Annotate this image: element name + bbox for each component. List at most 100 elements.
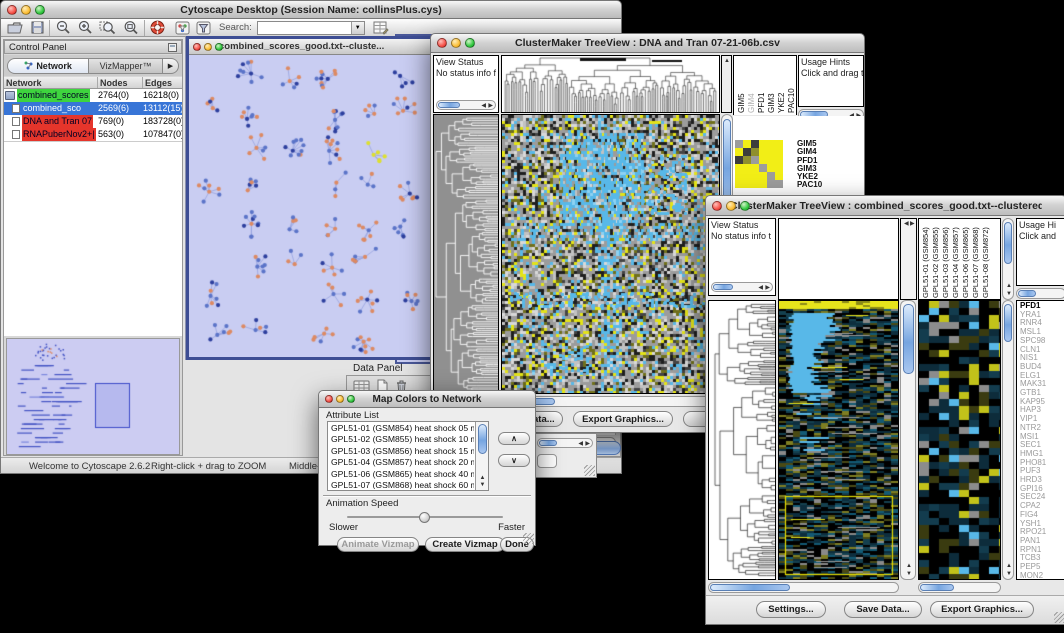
column-label[interactable]: GPL51-02 (GSM855) bbox=[931, 218, 940, 298]
attribute-item[interactable]: GPL51-03 (GSM856) heat shock 15 min bbox=[329, 446, 474, 457]
network-editor-icon[interactable] bbox=[175, 21, 190, 35]
row-dendrogram-panel[interactable] bbox=[708, 300, 776, 580]
resize-grip[interactable] bbox=[584, 465, 595, 476]
minimize-button[interactable] bbox=[21, 5, 31, 15]
network-name-cell[interactable]: combined_scores bbox=[4, 89, 98, 102]
close-button[interactable] bbox=[437, 38, 447, 48]
column-dendrogram-panel[interactable] bbox=[778, 218, 899, 300]
zoom-out-icon[interactable] bbox=[55, 20, 71, 35]
attribute-item[interactable]: GPL51-07 (GSM868) heat shock 60 min bbox=[329, 480, 474, 489]
column-label[interactable]: PAC10 bbox=[787, 59, 796, 113]
correlation-matrix[interactable] bbox=[735, 140, 783, 188]
column-header-nodes[interactable]: Nodes bbox=[98, 77, 143, 88]
heatmap-panel[interactable] bbox=[778, 300, 899, 580]
tab-vizmapper[interactable]: VizMapper™ bbox=[89, 58, 163, 74]
scroll-strip[interactable]: ◀▶ bbox=[900, 218, 917, 300]
zoom-heatmap-panel[interactable] bbox=[918, 300, 1001, 580]
heatmap-vscrollbar[interactable]: ▲▼ bbox=[900, 300, 916, 580]
column-label[interactable]: GPL51-03 (GSM856) bbox=[941, 218, 950, 298]
create-vizmap-button[interactable]: Create Vizmap bbox=[425, 537, 505, 552]
open-folder-icon[interactable] bbox=[7, 21, 23, 35]
zoom-heatmap-canvas[interactable] bbox=[919, 301, 1000, 579]
attribute-item[interactable]: GPL51-04 (GSM857) heat shock 20 min bbox=[329, 457, 474, 468]
column-dendrogram-canvas[interactable] bbox=[502, 56, 719, 112]
heatmap-panel[interactable] bbox=[501, 114, 720, 394]
attribute-item[interactable]: GPL51-01 (GSM854) heat shock 05 min bbox=[329, 423, 474, 434]
export-graphics-button[interactable]: Export Graphics... bbox=[930, 601, 1034, 618]
search-dropdown-button[interactable]: ▼ bbox=[351, 22, 364, 34]
scroll-strip[interactable]: ▲ bbox=[721, 55, 732, 113]
animate-vizmap-button[interactable]: Animate Vizmap bbox=[337, 537, 419, 552]
column-label[interactable]: GPL51-04 (GSM857) bbox=[951, 218, 960, 298]
close-button[interactable] bbox=[325, 395, 333, 403]
treeview-combined-titlebar[interactable]: ClusterMaker TreeView : combined_scores_… bbox=[705, 195, 1064, 216]
network-table-row[interactable]: RNAPuberNov2+|563(0)107847(0) bbox=[4, 128, 182, 141]
close-button[interactable] bbox=[193, 43, 201, 51]
zoom-button[interactable] bbox=[347, 395, 355, 403]
zoom-selected-icon[interactable] bbox=[99, 20, 116, 35]
network-table-row[interactable]: combined_scores2764(0)16218(0) bbox=[4, 89, 182, 102]
heatmap-canvas[interactable] bbox=[502, 115, 719, 393]
resize-grip[interactable] bbox=[1054, 612, 1064, 623]
column-labels-vscrollbar[interactable]: ▲▼ bbox=[1002, 218, 1014, 300]
column-label[interactable]: GPL51-07 (GSM868) bbox=[971, 218, 980, 298]
minimize-button[interactable] bbox=[204, 43, 212, 51]
gene-list-panel[interactable]: PFD1YRA1RNR4MSL1SPC98CLN1NIS1BUD4ELG1MAK… bbox=[1016, 300, 1064, 580]
gene-list-vscrollbar[interactable]: ▲▼ bbox=[1002, 300, 1014, 580]
speed-slider[interactable] bbox=[347, 512, 503, 522]
gene-label[interactable]: MON2 bbox=[1020, 572, 1064, 580]
minimize-button[interactable] bbox=[451, 38, 461, 48]
save-icon[interactable] bbox=[31, 21, 44, 34]
attribute-table-icon[interactable] bbox=[373, 21, 389, 35]
column-labels-panel[interactable]: GIM5GIM4PFD1GIM3YKE2PAC10 bbox=[733, 55, 797, 115]
column-label[interactable]: GIM5 bbox=[737, 59, 746, 113]
network-name-cell[interactable]: DNA and Tran 07 bbox=[4, 115, 98, 128]
float-panel-icon[interactable] bbox=[168, 43, 177, 52]
search-input[interactable] bbox=[258, 22, 351, 34]
tab-network[interactable]: Network bbox=[7, 58, 89, 74]
export-graphics-button[interactable]: Export Graphics... bbox=[573, 411, 673, 427]
minimize-button[interactable] bbox=[726, 201, 736, 211]
zoom-button[interactable] bbox=[35, 5, 45, 15]
save-data-button[interactable]: Save Data... bbox=[844, 601, 922, 618]
move-up-button[interactable]: ∧ bbox=[498, 432, 530, 445]
network-view-canvas[interactable] bbox=[189, 55, 430, 357]
row-dendrogram-canvas[interactable] bbox=[709, 301, 775, 579]
zoom-button[interactable] bbox=[215, 43, 223, 51]
tab-overflow-button[interactable]: ▶ bbox=[163, 58, 179, 74]
column-label[interactable]: GIM3 bbox=[767, 59, 776, 113]
resize-grip[interactable] bbox=[523, 533, 534, 544]
usage-hints-scrollbar[interactable] bbox=[1016, 288, 1064, 299]
network-name-cell[interactable]: RNAPuberNov2+| bbox=[4, 128, 98, 141]
minimize-button[interactable] bbox=[336, 395, 344, 403]
zoom-fit-icon[interactable] bbox=[122, 20, 139, 35]
row-dendrogram-canvas[interactable] bbox=[434, 115, 498, 393]
network-table-row[interactable]: DNA and Tran 07769(0)183728(0) bbox=[4, 115, 182, 128]
column-header-edges[interactable]: Edges bbox=[143, 77, 182, 88]
network-overview-canvas[interactable] bbox=[7, 339, 179, 454]
column-label[interactable]: PFD1 bbox=[757, 59, 766, 113]
zoom-in-icon[interactable] bbox=[77, 20, 93, 35]
heatmap-canvas[interactable] bbox=[779, 301, 898, 579]
view-status-scrollbar[interactable]: ◀▶ bbox=[436, 100, 496, 110]
zoom-button[interactable] bbox=[740, 201, 750, 211]
column-label[interactable]: GPL51-01 (GSM854) bbox=[921, 218, 930, 298]
cytoscape-titlebar[interactable]: Cytoscape Desktop (Session Name: collins… bbox=[0, 0, 622, 19]
column-dendrogram-panel[interactable] bbox=[501, 55, 720, 113]
close-button[interactable] bbox=[7, 5, 17, 15]
slider-thumb[interactable] bbox=[419, 512, 430, 523]
column-label[interactable]: GIM4 bbox=[747, 59, 756, 113]
network-table-row[interactable]: combined_sco2569(6)13112(15) bbox=[4, 102, 182, 115]
attribute-item[interactable]: GPL51-02 (GSM855) heat shock 10 min bbox=[329, 434, 474, 445]
attribute-item[interactable]: GPL51-06 (GSM865) heat shock 40 min bbox=[329, 469, 474, 480]
view-status-scrollbar[interactable]: ◀▶ bbox=[711, 282, 773, 292]
heatmap-hscrollbar[interactable] bbox=[708, 582, 899, 593]
column-header-network[interactable]: Network bbox=[4, 77, 98, 88]
zoom-button[interactable] bbox=[465, 38, 475, 48]
column-label[interactable]: GPL51-08 (GSM872) bbox=[981, 218, 990, 298]
treeview-dna-titlebar[interactable]: ClusterMaker TreeView : DNA and Tran 07-… bbox=[430, 33, 865, 53]
column-label[interactable]: GPL51-06 (GSM865) bbox=[961, 218, 970, 298]
move-down-button[interactable]: ∨ bbox=[498, 454, 530, 467]
column-labels-panel[interactable]: GPL51-01 (GSM854)GPL51-02 (GSM855)GPL51-… bbox=[918, 218, 1001, 300]
row-dendrogram-panel[interactable] bbox=[433, 114, 499, 394]
